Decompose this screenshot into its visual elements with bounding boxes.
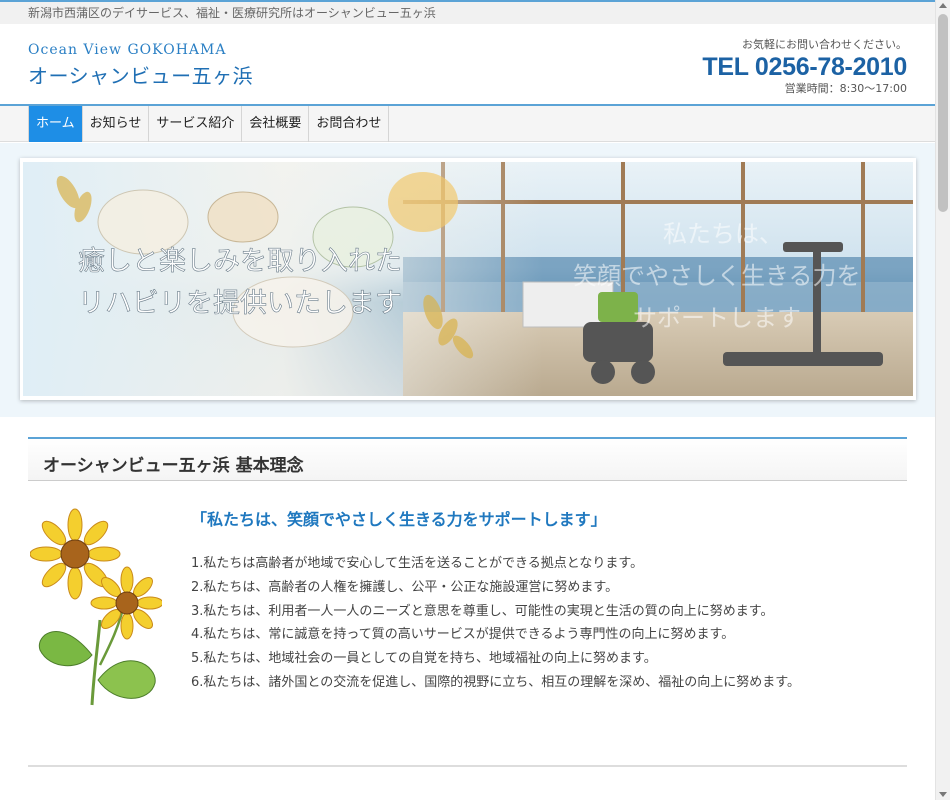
hero-text-right-1: 私たちは、 xyxy=(663,220,783,248)
nav-item-news[interactable]: お知らせ xyxy=(83,106,150,142)
business-hours: 営業時間：8:30〜17:00 xyxy=(784,82,907,95)
phone-number[interactable]: TEL 0256-78-2010 xyxy=(647,52,907,82)
nav-item-home[interactable]: ホーム xyxy=(28,106,83,142)
principle-item: 2.私たちは、高齢者の人権を擁護し、公平・公正な施設運営に努めます。 xyxy=(191,579,619,595)
hero-text-left-2: リハビリを提供いたします xyxy=(78,288,402,319)
scroll-up-icon[interactable] xyxy=(939,3,947,8)
hero-text-right-2: 笑顔でやさしく生きる力を xyxy=(573,262,861,290)
scroll-down-icon[interactable] xyxy=(939,792,947,797)
hero-image: 癒しと楽しみを取り入れた リハビリを提供いたします 私たちは、 笑顔でやさしく生… xyxy=(23,162,913,396)
nav-item-services[interactable]: サービス紹介 xyxy=(149,106,243,142)
global-nav: ホーム お知らせ サービス紹介 会社概要 お問合わせ xyxy=(0,104,935,142)
philosophy-heading: オーシャンビュー五ヶ浜 基本理念 xyxy=(28,437,907,481)
nav-item-contact[interactable]: お問合わせ xyxy=(309,106,390,142)
tagline-bar: 新潟市西蒲区のデイサービス、福祉・医療研究所はオーシャンビュー五ヶ浜 xyxy=(0,2,935,24)
contact-block: お気軽にお問い合わせください。 TEL 0256-78-2010 営業時間：8:… xyxy=(647,38,907,96)
principle-item: 4.私たちは、常に誠意を持って質の高いサービスが提供できるよう専門性の向上に努め… xyxy=(191,627,735,643)
logo-english[interactable]: Ocean View GOKOHAMA xyxy=(28,42,226,58)
principles-list: 1.私たちは高齢者が地域で安心して生活を送ることができる拠点となります。 2.私… xyxy=(191,552,800,695)
vertical-scrollbar[interactable] xyxy=(935,0,950,800)
hero-section: 癒しと楽しみを取り入れた リハビリを提供いたします 私たちは、 笑顔でやさしく生… xyxy=(0,143,935,417)
scroll-thumb[interactable] xyxy=(938,14,948,212)
hero-text-left-1: 癒しと楽しみを取り入れた xyxy=(78,246,402,277)
principle-item: 5.私たちは、地域社会の一員としての自覚を持ち、地域福祉の向上に努めます。 xyxy=(191,651,657,667)
logo-japanese[interactable]: オーシャンビュー五ヶ浜 xyxy=(28,60,253,89)
contact-note: お気軽にお問い合わせください。 xyxy=(742,38,907,51)
hero-text-right-3: サポートします xyxy=(633,304,801,332)
principle-item: 1.私たちは高齢者が地域で安心して生活を送ることができる拠点となります。 xyxy=(191,556,644,571)
principle-item: 3.私たちは、利用者一人一人のニーズと意思を尊重し、可能性の実現と生活の質の向上… xyxy=(191,603,774,619)
site-tagline: 新潟市西蒲区のデイサービス、福祉・医療研究所はオーシャンビュー五ヶ浜 xyxy=(28,6,436,20)
motto-heading: 「私たちは、笑顔でやさしく生きる力をサポートします」 xyxy=(191,510,607,529)
nav-menu: ホーム お知らせ サービス紹介 会社概要 お問合わせ xyxy=(28,106,390,142)
hero-frame: 癒しと楽しみを取り入れた リハビリを提供いたします 私たちは、 笑顔でやさしく生… xyxy=(20,158,916,400)
principle-item: 6.私たちは、諸外国との交流を促進し、国際的視野に立ち、相互の理解を深め、福祉の… xyxy=(191,674,800,690)
section-divider xyxy=(28,765,907,767)
section-title: オーシャンビュー五ヶ浜 基本理念 xyxy=(43,456,304,476)
sunflower-illustration xyxy=(29,505,164,710)
nav-item-company[interactable]: 会社概要 xyxy=(242,106,310,142)
